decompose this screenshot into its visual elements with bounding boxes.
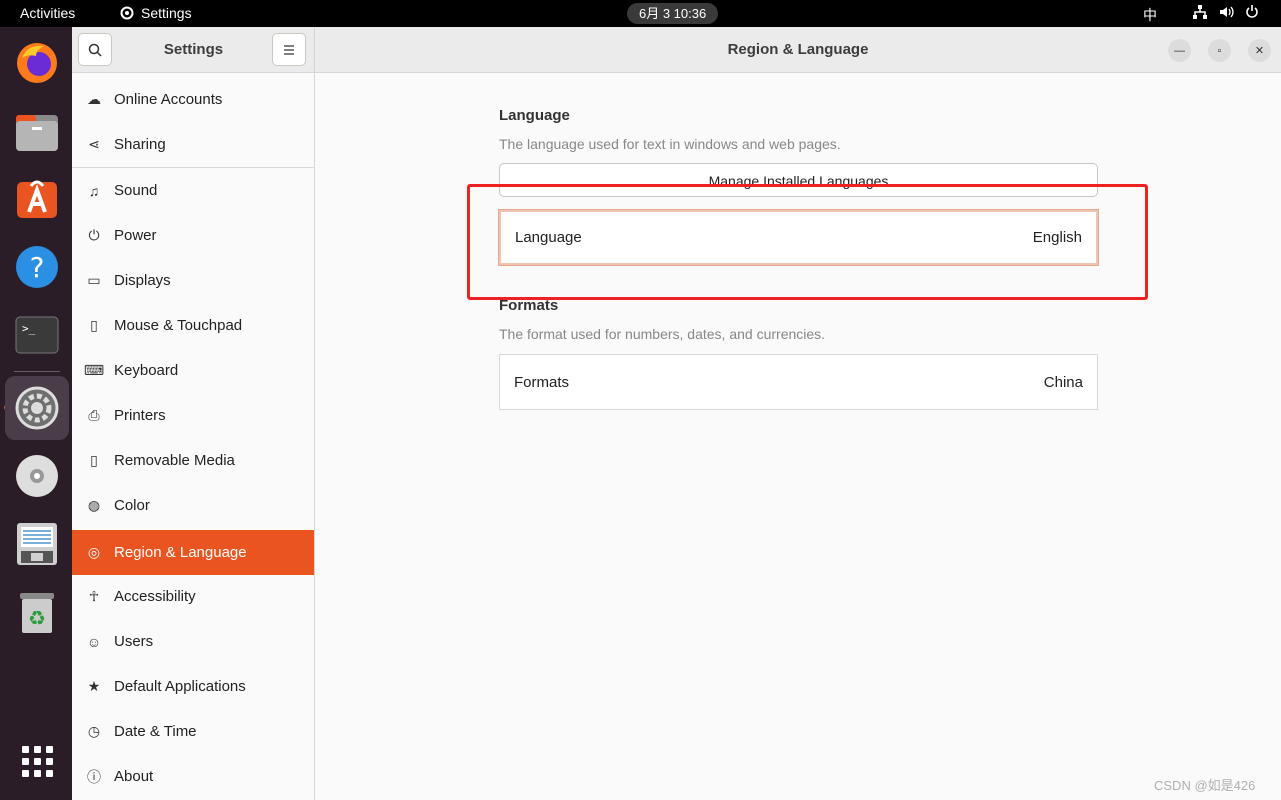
sidebar-item-label: Accessibility [114, 588, 196, 605]
annotation-highlight-box [467, 184, 1148, 300]
volume-icon [1220, 6, 1234, 18]
sidebar-item-date-time[interactable]: ◷ Date & Time [72, 709, 314, 754]
sidebar-item-displays[interactable]: ▭ Displays [72, 258, 314, 303]
app-menu[interactable]: Settings [119, 5, 192, 21]
sidebar-item-label: Users [114, 633, 154, 650]
sidebar-item-removable-media[interactable]: ▯ Removable Media [72, 438, 314, 483]
user-icon: ☺ [86, 633, 102, 650]
sidebar-item-sound[interactable]: ♫ Sound [72, 168, 314, 213]
accessibility-icon: ☥ [88, 588, 100, 604]
sidebar-item-label: About [114, 768, 154, 785]
sidebar-item-color[interactable]: ◍ Color [72, 483, 314, 528]
sidebar-item-label: Mouse & Touchpad [114, 317, 243, 334]
sidebar-item-region-language[interactable]: ◎ Region & Language [72, 530, 314, 575]
sidebar-item-label: Power [114, 227, 157, 244]
sidebar-item-printers[interactable]: ⎙ Printers [72, 393, 314, 438]
page-title: Region & Language [727, 41, 869, 58]
text-editor-icon[interactable] [12, 519, 62, 569]
top-bar: Activities Settings 6月 3 10:36 中 [0, 0, 1281, 27]
clock-icon: ◷ [87, 723, 101, 739]
formats-row-value: China [1043, 373, 1083, 391]
sidebar-item-power[interactable]: ⏻ Power [72, 213, 314, 258]
color-icon: ◍ [87, 497, 101, 513]
sidebar-item-sharing[interactable]: ⋖ Sharing [72, 122, 314, 167]
sidebar-item-label: Printers [114, 407, 166, 424]
sidebar-header: Settings [72, 27, 315, 73]
show-apps-icon[interactable] [12, 736, 62, 786]
language-section-description: The language used for text in windows an… [499, 136, 841, 152]
settings-window: Settings Region & Language — ▫ ✕ ☁ Online… [72, 27, 1281, 800]
info-icon: ⓘ [87, 768, 101, 785]
sidebar-item-keyboard[interactable]: ⌨ Keyboard [72, 348, 314, 393]
music-note-icon: ♫ [88, 182, 100, 199]
svg-text:♻: ♻ [28, 606, 46, 630]
clock[interactable]: 6月 3 10:36 [627, 3, 719, 24]
sidebar-item-label: Default Applications [114, 678, 246, 695]
sidebar-item-accessibility[interactable]: ☥ Accessibility [72, 574, 314, 619]
main-header: Region & Language — ▫ ✕ [315, 27, 1281, 73]
maximize-icon: ▫ [1217, 44, 1222, 57]
usb-drive-icon: ▯ [90, 452, 98, 468]
activities-button[interactable]: Activities [20, 5, 75, 21]
maximize-button[interactable]: ▫ [1208, 39, 1231, 62]
disc-icon[interactable] [12, 451, 62, 501]
cloud-icon: ☁ [87, 91, 101, 107]
formats-section-description: The format used for numbers, dates, and … [499, 326, 826, 342]
watermark: CSDN @如是426 [1154, 778, 1256, 793]
printer-icon: ⎙ [88, 407, 100, 423]
main-content: Language The language used for text in w… [315, 73, 1281, 800]
files-icon[interactable] [12, 107, 62, 157]
star-icon: ★ [87, 678, 101, 694]
sidebar-item-label: Keyboard [114, 362, 179, 379]
system-tray[interactable] [1192, 4, 1260, 20]
app-center-icon[interactable] [12, 174, 62, 224]
keyboard-icon: ⌨ [83, 362, 105, 378]
menu-button[interactable] [272, 33, 306, 66]
language-section-title: Language [499, 107, 570, 124]
sidebar-item-about[interactable]: ⓘ About [72, 754, 314, 799]
close-button[interactable]: ✕ [1248, 39, 1271, 62]
minimize-icon: — [1174, 44, 1185, 57]
sidebar-item-default-applications[interactable]: ★ Default Applications [72, 664, 314, 709]
globe-icon: ◎ [87, 544, 101, 560]
sidebar-item-label: Sharing [114, 136, 166, 153]
sidebar-item-label: Sound [114, 182, 158, 199]
power-icon: ⏻ [88, 227, 100, 243]
share-icon: ⋖ [88, 136, 100, 152]
gear-icon [120, 6, 134, 20]
sidebar-item-label: Date & Time [114, 723, 197, 740]
sidebar-item-label: Removable Media [114, 452, 235, 469]
sidebar: ☁ Online Accounts ⋖ Sharing ♫ Sound ⏻ Power … [72, 73, 315, 800]
sidebar-item-online-accounts[interactable]: ☁ Online Accounts [72, 77, 314, 122]
app-name: Settings [141, 5, 192, 21]
network-icon [1193, 5, 1207, 19]
dock: ? >_ ♻ [0, 27, 72, 800]
input-method-indicator[interactable]: 中 [1143, 5, 1157, 25]
close-icon: ✕ [1254, 45, 1265, 57]
display-icon: ▭ [87, 272, 101, 288]
formats-row-label: Formats [514, 373, 570, 391]
sidebar-item-label: Region & Language [114, 544, 247, 561]
firefox-icon[interactable] [12, 38, 62, 88]
sidebar-item-label: Color [114, 497, 150, 514]
minimize-button[interactable]: — [1168, 39, 1191, 62]
sidebar-item-users[interactable]: ☺ Users [72, 619, 314, 664]
svg-text:>_: >_ [22, 322, 36, 335]
sidebar-item-label: Displays [114, 272, 171, 289]
settings-icon[interactable] [5, 376, 69, 440]
trash-icon[interactable]: ♻ [12, 587, 62, 637]
dock-separator [14, 371, 60, 372]
svg-text:?: ? [30, 251, 45, 284]
sidebar-item-mouse-touchpad[interactable]: ▯ Mouse & Touchpad [72, 303, 314, 348]
mouse-icon: ▯ [90, 317, 98, 333]
hamburger-icon [284, 44, 294, 55]
formats-row[interactable]: Formats China [499, 354, 1098, 410]
power-icon [1246, 5, 1258, 18]
terminal-icon[interactable]: >_ [12, 310, 62, 360]
help-icon[interactable]: ? [12, 242, 62, 292]
sidebar-item-label: Online Accounts [114, 91, 223, 108]
